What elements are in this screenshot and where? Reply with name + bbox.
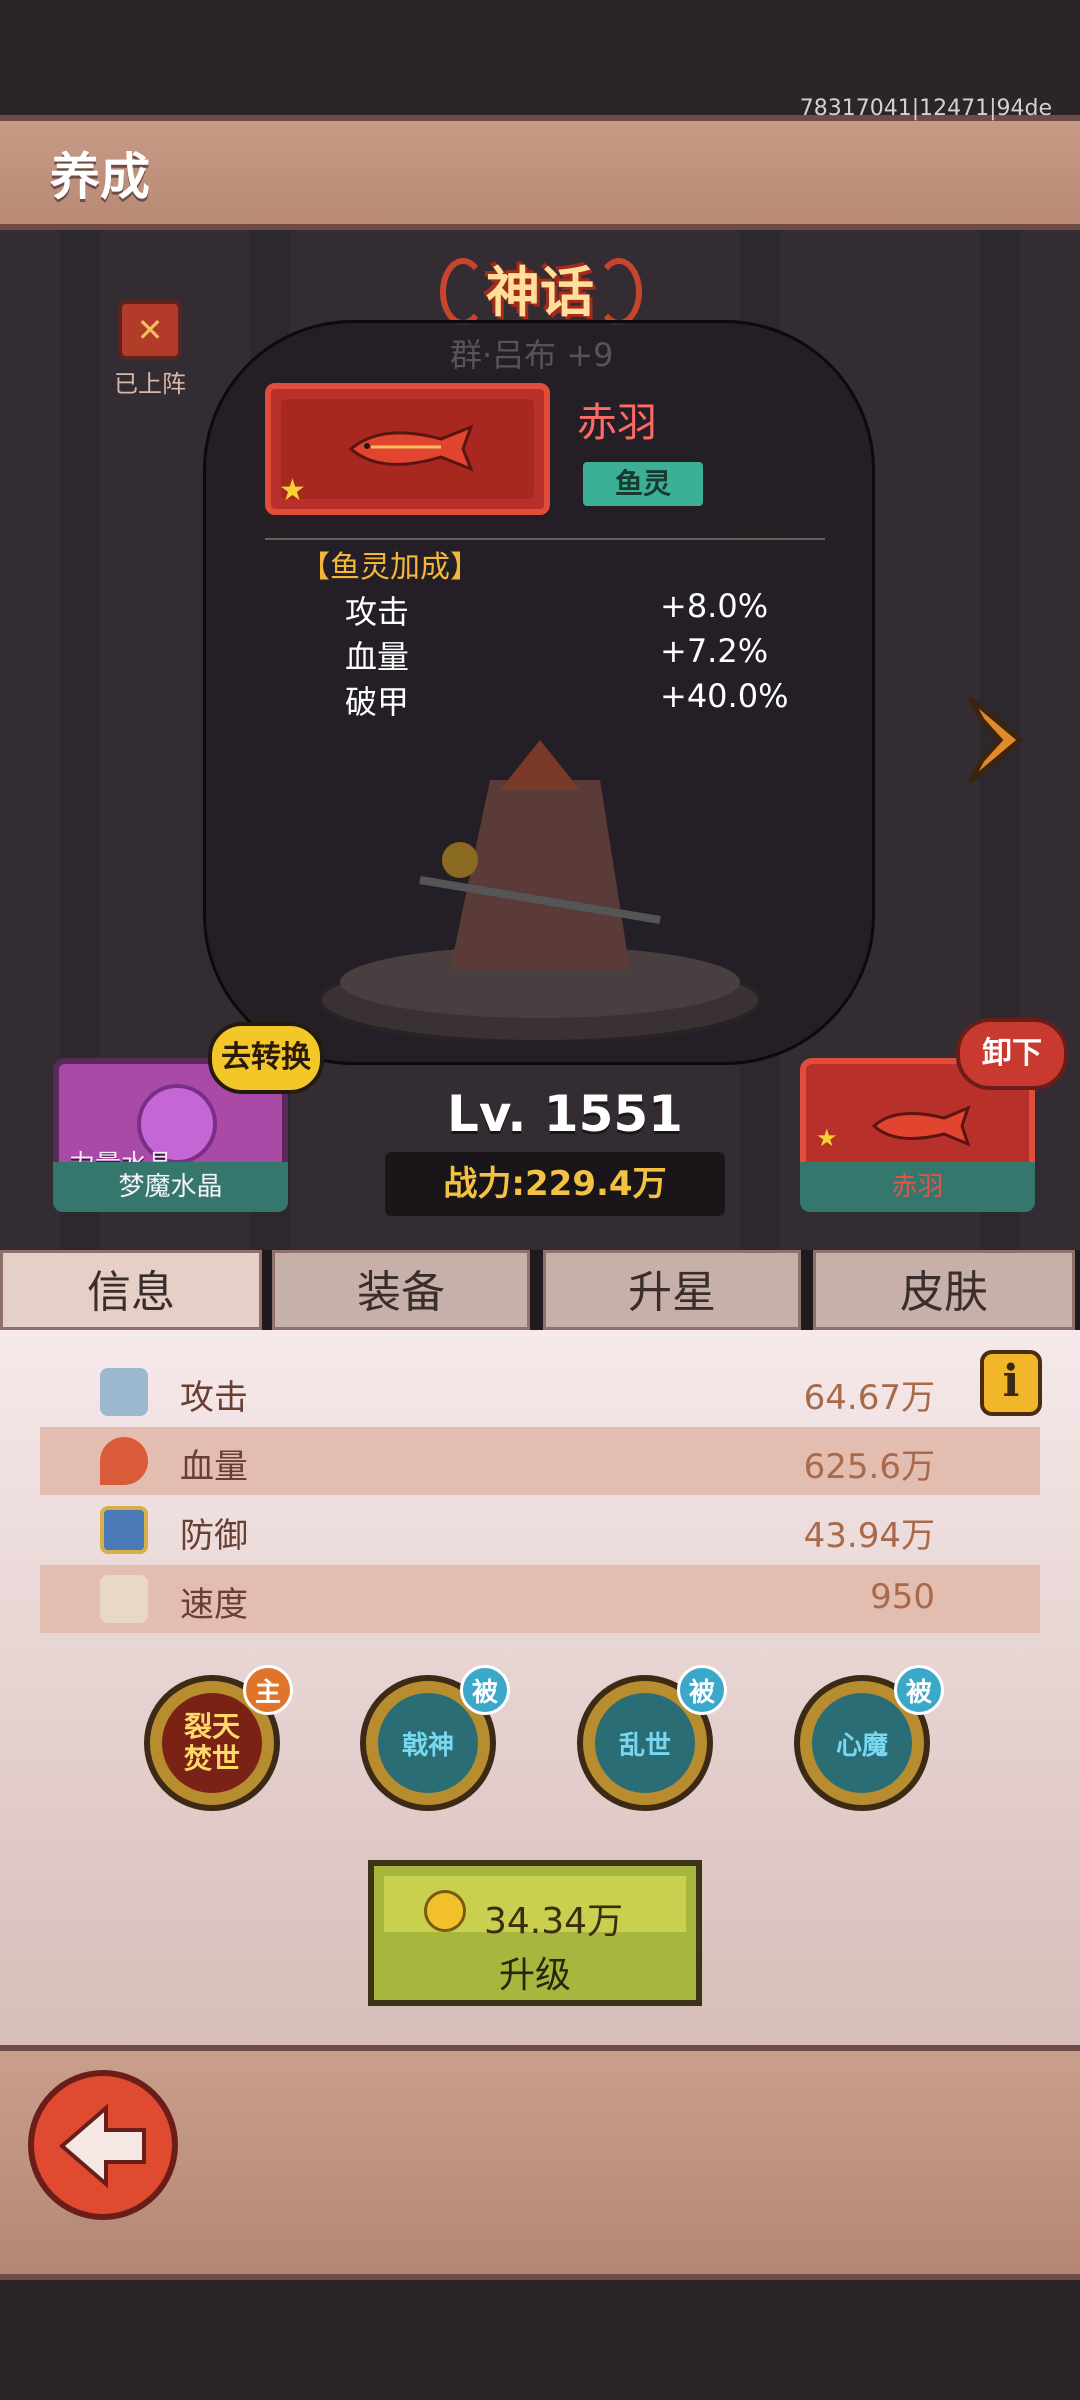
hero-name: 群·吕布 +9 [450, 336, 614, 374]
crossed-swords-icon: ✕ [118, 300, 182, 360]
rarity-title: 神话 [486, 261, 594, 324]
convert-button[interactable]: 去转换 [208, 1022, 324, 1094]
stat-row-hp: 血量 625.6万 [40, 1427, 1040, 1495]
pet-card[interactable]: ★ [265, 383, 550, 515]
passive-skill-badge: 被 [894, 1665, 944, 1715]
back-arrow-icon [58, 2103, 146, 2189]
stat-value: 64.67万 [803, 1378, 935, 1418]
tab-skin[interactable]: 皮肤 [813, 1250, 1075, 1330]
hero-figure-illustration [318, 740, 762, 1040]
passive-skill-badge: 被 [677, 1665, 727, 1715]
pet-bonus-row: 血量 +7.2% [345, 632, 785, 678]
pet-type-tag: 鱼灵 [583, 462, 703, 506]
deployed-indicator: ✕ 已上阵 [110, 300, 190, 399]
stat-value: 950 [870, 1577, 935, 1617]
stat-value: 43.94万 [803, 1516, 935, 1556]
shield-icon [100, 1506, 148, 1554]
pet-bonus-row: 破甲 +40.0% [345, 677, 789, 723]
active-skill-badge: 主 [243, 1665, 293, 1715]
page-title: 养成 [50, 148, 150, 206]
combat-power: 战力:229.4万 [385, 1152, 725, 1216]
wing-icon [100, 1575, 148, 1623]
pet-bonus-value: +40.0% [660, 677, 789, 715]
stat-label: 血量 [180, 1447, 248, 1487]
pet-bonus-row: 攻击 +8.0% [345, 587, 785, 633]
build-id: 78317041|12471|94de [799, 96, 1052, 121]
divider [265, 538, 825, 540]
info-button[interactable]: i [980, 1350, 1042, 1416]
tab-equipment[interactable]: 装备 [272, 1250, 530, 1330]
blood-drop-icon [100, 1437, 148, 1485]
equipped-pet-label: 赤羽 [800, 1162, 1035, 1212]
fish-icon [348, 424, 474, 472]
star-icon: ★ [816, 1124, 838, 1152]
star-icon: ★ [279, 473, 306, 508]
stat-label: 速度 [180, 1585, 248, 1625]
sword-icon [100, 1368, 148, 1416]
coin-icon [424, 1890, 466, 1932]
hero-level: Lv. 1551 [447, 1085, 683, 1143]
stat-label: 防御 [180, 1516, 248, 1556]
stat-row-defense: 防御 43.94万 [40, 1496, 1040, 1564]
tab-star-up[interactable]: 升星 [543, 1250, 801, 1330]
fish-icon [871, 1105, 971, 1147]
upgrade-label: 升级 [498, 1955, 571, 1996]
header-bar: 养成 [0, 115, 1080, 230]
back-button[interactable] [28, 2070, 178, 2220]
stat-row-speed: 速度 950 [40, 1565, 1040, 1633]
pet-bonus-value: +8.0% [660, 587, 769, 625]
tab-info[interactable]: 信息 [0, 1250, 262, 1330]
pet-bonus-value: +7.2% [660, 632, 769, 670]
upgrade-cost: 34.34万 [484, 1901, 624, 1942]
upgrade-button[interactable]: 34.34万 升级 [368, 1860, 702, 2006]
nav-area [0, 2280, 1080, 2400]
stat-row-attack: 攻击 64.67万 [40, 1358, 1040, 1426]
stat-label: 攻击 [180, 1378, 248, 1418]
pet-bonus-label: 攻击 [345, 593, 410, 631]
passive-skill-badge: 被 [460, 1665, 510, 1715]
stat-value: 625.6万 [803, 1447, 935, 1487]
crystal-label: 梦魔水晶 [53, 1162, 288, 1212]
pet-name: 赤羽 [577, 400, 657, 446]
pet-bonus-title: 【鱼灵加成】 [300, 550, 480, 585]
deployed-label: 已上阵 [114, 370, 186, 398]
pet-bonus-label: 血量 [345, 638, 410, 676]
pet-bonus-label: 破甲 [345, 683, 410, 721]
upgrade-cost-bar: 34.34万 [384, 1876, 686, 1942]
next-hero-arrow-icon[interactable] [960, 690, 1030, 790]
unequip-button[interactable]: 卸下 [956, 1018, 1068, 1090]
